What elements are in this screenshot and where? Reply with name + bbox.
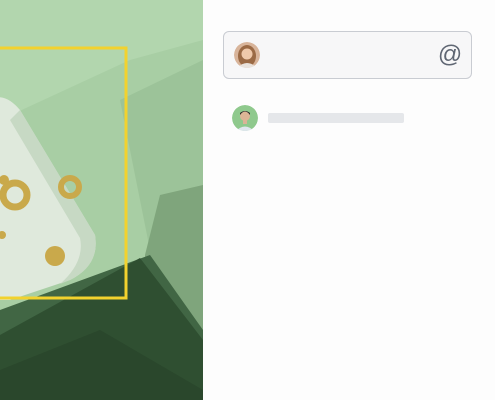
user-avatar-woman-icon	[234, 42, 260, 68]
comment-input-box[interactable]: @	[223, 31, 472, 79]
comment-input[interactable]	[266, 39, 431, 71]
mention-button[interactable]: @	[437, 42, 463, 68]
comment-item	[232, 105, 404, 131]
canvas-panel[interactable]	[0, 0, 203, 400]
app-root: @	[0, 0, 495, 400]
user-avatar-man-icon	[232, 105, 258, 131]
product-photo	[0, 0, 203, 400]
comment-panel: @	[203, 0, 495, 400]
at-sign-icon: @	[437, 41, 463, 68]
comment-text-placeholder	[268, 113, 404, 123]
